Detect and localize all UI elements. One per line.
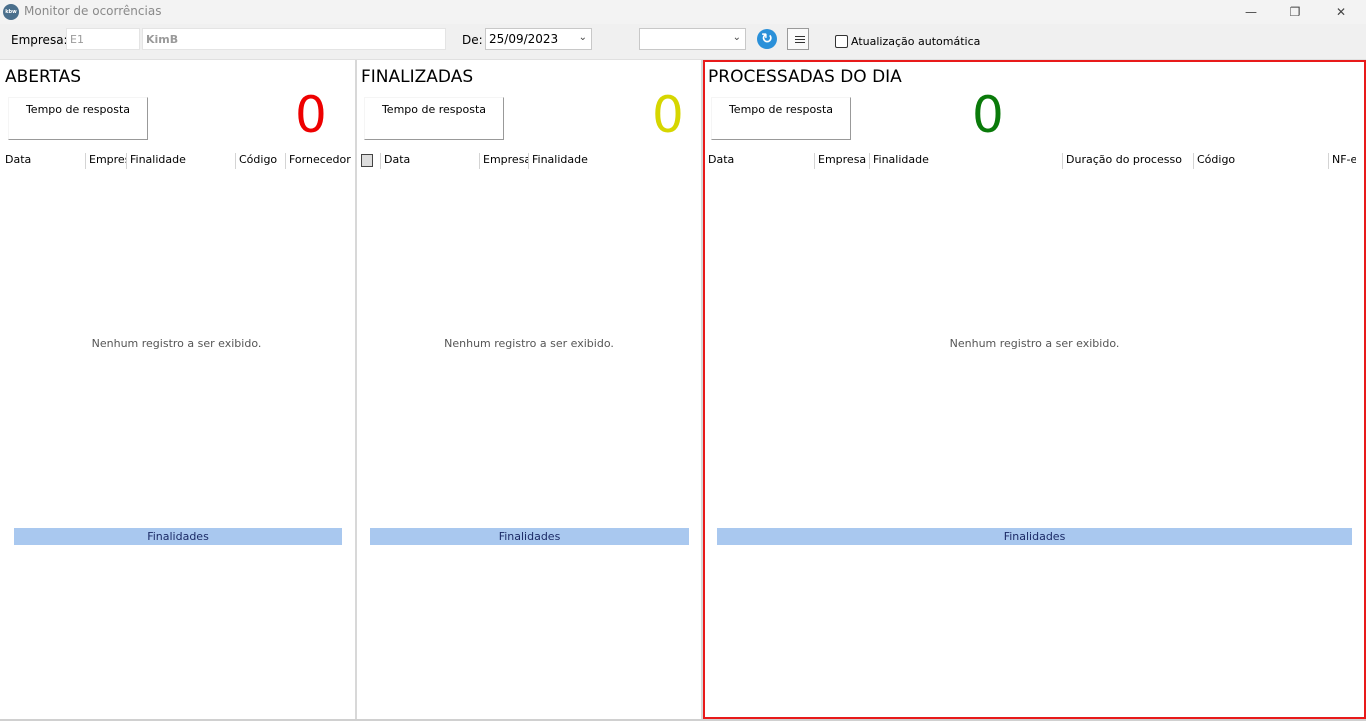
date-label: De: (462, 33, 483, 47)
chevron-down-icon[interactable]: ⌄ (733, 32, 741, 43)
grid-header: Data Empresa Finalidade (357, 153, 701, 169)
page-icon[interactable] (361, 154, 373, 167)
finished-count: 0 (652, 86, 684, 144)
chevron-down-icon[interactable]: ⌄ (579, 32, 587, 43)
column-header[interactable]: Empresa (479, 153, 529, 169)
list-icon[interactable] (787, 28, 809, 50)
auto-update-label: Atualização automática (851, 35, 981, 48)
grid-header: Data Empres Finalidade Código Fornecedor (0, 153, 355, 169)
column-header[interactable]: Data (705, 153, 815, 169)
date-value: 25/09/2023 (489, 32, 559, 46)
column-header[interactable]: Fornecedor (285, 153, 353, 169)
panel-title: PROCESSADAS DO DIA (708, 67, 902, 87)
minimize-icon[interactable]: — (1228, 0, 1274, 24)
window-title: Monitor de ocorrências (24, 4, 162, 18)
response-time-button[interactable]: Tempo de resposta (364, 97, 504, 140)
response-time-button[interactable]: Tempo de resposta (8, 97, 148, 140)
processed-count: 0 (972, 86, 1004, 144)
title-bar: kbw Monitor de ocorrências — ❐ ✕ (0, 0, 1366, 24)
restore-icon[interactable]: ❐ (1272, 0, 1318, 24)
app-logo-icon: kbw (3, 4, 19, 20)
panel-finalizadas: FINALIZADAS Tempo de resposta 0 Data Emp… (357, 60, 701, 719)
open-count: 0 (295, 86, 327, 144)
empresa-label: Empresa: (11, 33, 68, 47)
panel-processadas: PROCESSADAS DO DIA Tempo de resposta 0 D… (703, 60, 1366, 719)
column-header[interactable]: NF-e (1328, 153, 1356, 169)
column-header[interactable]: Duração do processo (1062, 153, 1194, 169)
finalidades-bar[interactable]: Finalidades (370, 528, 689, 545)
panel-title: FINALIZADAS (361, 67, 474, 87)
column-header[interactable]: Empresa (814, 153, 870, 169)
empresa-code-field[interactable]: E1 (66, 28, 140, 50)
close-icon[interactable]: ✕ (1318, 0, 1364, 24)
column-header[interactable]: Finalidade (869, 153, 1063, 169)
filter-toolbar: Empresa: E1 KimB De: 25/09/2023 ⌄ ⌄ ↻ At… (0, 24, 1366, 60)
filter-combo[interactable]: ⌄ (639, 28, 746, 50)
empty-message: Nenhum registro a ser exibido. (949, 337, 1120, 350)
empresa-name-field[interactable]: KimB (142, 28, 446, 50)
empty-message: Nenhum registro a ser exibido. (444, 337, 614, 350)
column-header[interactable]: Data (380, 153, 480, 169)
date-picker[interactable]: 25/09/2023 ⌄ (485, 28, 592, 50)
grid-header: Data Empresa Finalidade Duração do proce… (705, 153, 1356, 169)
auto-update-checkbox[interactable] (835, 35, 848, 48)
column-header[interactable]: Data (2, 153, 86, 169)
refresh-icon[interactable]: ↻ (757, 29, 777, 49)
column-header[interactable]: Código (235, 153, 285, 169)
column-header[interactable]: Finalidade (126, 153, 235, 169)
column-header[interactable]: Finalidade (528, 153, 648, 169)
panel-title: ABERTAS (5, 67, 82, 87)
finalidades-bar[interactable]: Finalidades (14, 528, 342, 545)
panel-abertas: ABERTAS Tempo de resposta 0 Data Empres … (0, 60, 355, 719)
finalidades-bar[interactable]: Finalidades (717, 528, 1352, 545)
empty-message: Nenhum registro a ser exibido. (91, 337, 262, 350)
column-header[interactable]: Empres (85, 153, 126, 169)
response-time-button[interactable]: Tempo de resposta (711, 97, 851, 140)
column-header[interactable]: Código (1193, 153, 1329, 169)
monitor-window: kbw Monitor de ocorrências — ❐ ✕ Empresa… (0, 0, 1366, 721)
